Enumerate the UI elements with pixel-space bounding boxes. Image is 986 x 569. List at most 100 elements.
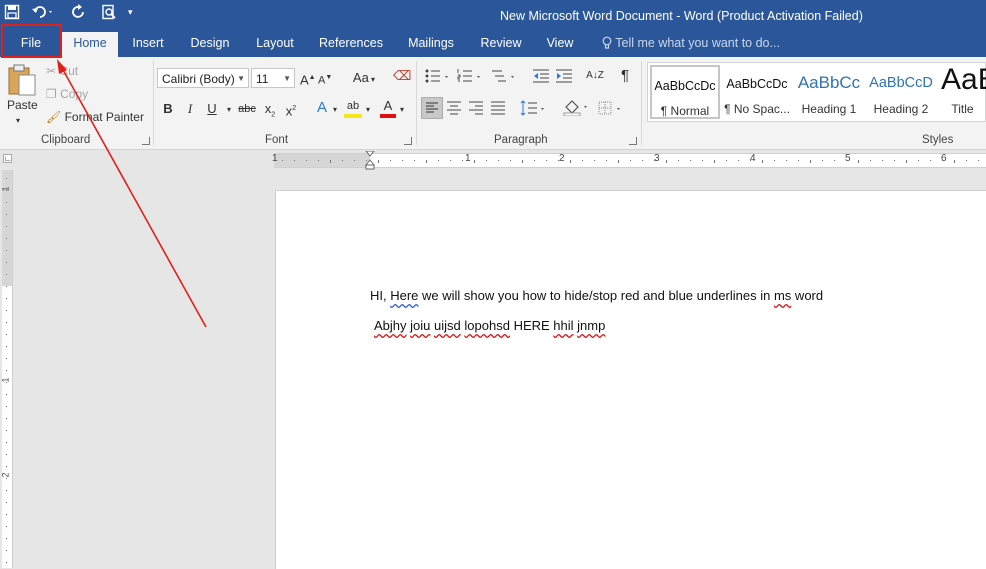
paragraph-launcher-icon[interactable] bbox=[629, 137, 637, 145]
font-launcher-icon[interactable] bbox=[404, 137, 412, 145]
redo-icon[interactable] bbox=[71, 4, 87, 20]
copy-button[interactable]: ❐ Copy bbox=[46, 86, 88, 102]
align-left-button[interactable] bbox=[421, 97, 443, 119]
change-case-button[interactable]: Aa ▾ bbox=[350, 70, 378, 88]
italic-button[interactable]: I bbox=[183, 101, 197, 117]
text-run: word bbox=[791, 288, 824, 303]
highlight-dropdown-icon[interactable]: ▾ bbox=[364, 102, 372, 118]
tab-references[interactable]: References bbox=[314, 32, 388, 57]
document-line-2[interactable]: Abjhy joiu uijsd lopohsd HERE hhil jnmp bbox=[374, 318, 605, 333]
style-name: Title bbox=[951, 102, 974, 116]
group-divider bbox=[416, 61, 417, 145]
window-title: New Microsoft Word Document - Word (Prod… bbox=[500, 9, 863, 23]
styles-group-label: Styles bbox=[922, 134, 954, 146]
copy-icon: ❐ bbox=[46, 87, 57, 101]
align-center-icon[interactable] bbox=[445, 100, 463, 120]
clipboard-group-label: Clipboard bbox=[41, 134, 91, 146]
clear-formatting-icon[interactable]: ⌫ bbox=[393, 68, 411, 84]
shading-icon[interactable] bbox=[562, 98, 592, 120]
text-effects-button[interactable]: A bbox=[314, 100, 330, 116]
bullets-icon[interactable] bbox=[424, 68, 454, 88]
strikethrough-button[interactable]: abc bbox=[236, 101, 258, 117]
decrease-indent-icon[interactable] bbox=[532, 68, 550, 88]
style-name: Heading 1 bbox=[801, 102, 857, 116]
tell-me-search[interactable]: Tell me what you want to do... bbox=[602, 32, 780, 57]
style-heading-2[interactable]: AaBbCcD Heading 2 bbox=[866, 65, 936, 119]
style-title[interactable]: AaB Title bbox=[938, 63, 986, 119]
document-line-1[interactable]: HI, Here we will show you how to hide/st… bbox=[370, 288, 823, 303]
font-group-label: Font bbox=[265, 134, 289, 146]
font-name-dropdown[interactable]: Calibri (Body) ▼ bbox=[157, 68, 249, 88]
font-name-value: Calibri (Body) bbox=[162, 72, 235, 86]
group-divider bbox=[153, 61, 154, 145]
align-right-icon[interactable] bbox=[467, 100, 485, 120]
font-size-dropdown[interactable]: 11 ▼ bbox=[251, 68, 295, 88]
style-preview: AaBbCcDc bbox=[654, 79, 716, 93]
style-normal[interactable]: AaBbCcDc ¶ Normal bbox=[650, 65, 720, 119]
spelling-flagged-word: Abjhy bbox=[374, 318, 407, 333]
line-spacing-icon[interactable] bbox=[520, 100, 548, 120]
style-no-spacing[interactable]: AaBbCcDc ¶ No Spac... bbox=[722, 65, 792, 119]
text-run: HERE bbox=[509, 318, 554, 333]
tab-view[interactable]: View bbox=[538, 32, 582, 57]
font-color-button[interactable]: A bbox=[380, 98, 396, 118]
text-run: HI, bbox=[370, 288, 391, 303]
print-preview-icon[interactable] bbox=[101, 4, 117, 20]
customize-dropdown-icon[interactable]: ▾ bbox=[128, 4, 133, 20]
ribbon-home: Paste ▾ ✂ Cut ❐ Copy 🖌 Format Painter Cl… bbox=[0, 57, 986, 150]
borders-icon[interactable] bbox=[597, 100, 627, 120]
paragraph-group-label: Paragraph bbox=[494, 134, 548, 146]
paste-dropdown-icon[interactable]: ▾ bbox=[16, 113, 20, 129]
indent-marker-icon[interactable] bbox=[364, 150, 376, 170]
paste-button[interactable]: Paste bbox=[7, 97, 38, 113]
increase-indent-icon[interactable] bbox=[555, 68, 573, 88]
highlight-button[interactable]: ab bbox=[344, 98, 362, 118]
clipboard-launcher-icon[interactable] bbox=[142, 137, 150, 145]
text-effects-dropdown-icon[interactable]: ▾ bbox=[331, 102, 339, 118]
justify-icon[interactable] bbox=[489, 100, 507, 120]
grow-font-button[interactable]: A▲ bbox=[300, 70, 316, 88]
underline-button[interactable]: U bbox=[205, 101, 219, 117]
chevron-down-icon: ▼ bbox=[237, 74, 245, 83]
spelling-flagged-word: uijsd bbox=[434, 318, 461, 333]
cut-button[interactable]: ✂ Cut bbox=[46, 63, 78, 79]
tab-review[interactable]: Review bbox=[474, 32, 528, 57]
tab-layout[interactable]: Layout bbox=[248, 32, 302, 57]
style-name: ¶ No Spac... bbox=[724, 102, 790, 116]
title-bar: ▾ New Microsoft Word Document - Word (Pr… bbox=[0, 0, 986, 32]
grammar-flagged-word: Here bbox=[390, 288, 419, 303]
document-page[interactable]: HI, Here we will show you how to hide/st… bbox=[275, 190, 986, 569]
cut-label: Cut bbox=[59, 64, 79, 78]
multilevel-list-icon[interactable] bbox=[490, 68, 520, 88]
superscript-button[interactable]: x2 bbox=[283, 101, 299, 119]
horizontal-ruler[interactable]: 1 1 2 3 4 5 6 bbox=[272, 150, 986, 170]
tell-me-placeholder: Tell me what you want to do... bbox=[615, 36, 780, 50]
highlight-box bbox=[1, 24, 62, 58]
bold-button[interactable]: B bbox=[161, 101, 175, 117]
horizontal-ruler-row: ∟ 1 1 2 3 4 5 6 bbox=[0, 150, 986, 170]
ribbon-tabs: File Home Insert Design Layout Reference… bbox=[0, 32, 986, 57]
subscript-button[interactable]: x2 bbox=[262, 101, 278, 124]
tab-design[interactable]: Design bbox=[182, 32, 238, 57]
underline-dropdown-icon[interactable]: ▾ bbox=[224, 102, 234, 118]
style-preview: AaBbCcDc bbox=[726, 77, 788, 91]
spelling-flagged-word: lopohsd bbox=[464, 318, 510, 333]
tab-mailings[interactable]: Mailings bbox=[400, 32, 462, 57]
chevron-down-icon: ▼ bbox=[283, 74, 291, 83]
format-painter-button[interactable]: 🖌 Format Painter bbox=[46, 109, 144, 125]
style-preview: AaB bbox=[941, 63, 986, 96]
tab-insert[interactable]: Insert bbox=[122, 32, 174, 57]
style-heading-1[interactable]: AaBbCc Heading 1 bbox=[794, 65, 864, 119]
vertical-ruler[interactable]: 1 1 2 bbox=[1, 170, 13, 568]
tab-home[interactable]: Home bbox=[62, 32, 118, 57]
sort-icon[interactable]: A↓Z bbox=[586, 68, 604, 84]
shrink-font-button[interactable]: A▼ bbox=[318, 70, 332, 89]
show-formatting-marks-icon[interactable]: ¶ bbox=[617, 68, 633, 84]
paste-icon[interactable] bbox=[6, 63, 38, 101]
undo-icon[interactable] bbox=[31, 4, 55, 20]
font-color-dropdown-icon[interactable]: ▾ bbox=[398, 102, 406, 118]
save-icon[interactable] bbox=[4, 4, 20, 20]
numbering-icon[interactable] bbox=[456, 68, 486, 88]
font-size-value: 11 bbox=[256, 72, 269, 86]
tab-selector-icon[interactable]: ∟ bbox=[3, 154, 12, 163]
